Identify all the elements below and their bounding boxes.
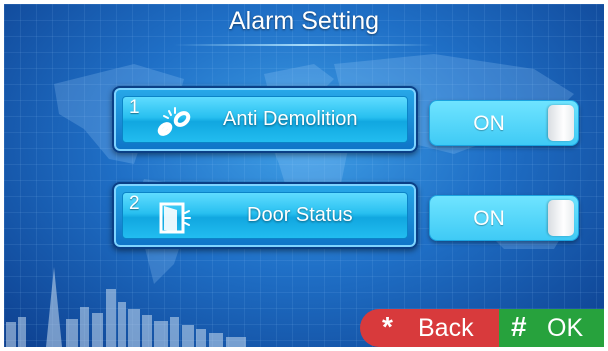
anti-demolition-button[interactable]: 1 Anti Demolition [112,86,418,153]
item-number: 1 [129,97,140,118]
anti-demolition-toggle[interactable]: ON [429,100,579,146]
door-status-toggle[interactable]: ON [429,195,579,241]
item-label: Door Status [247,204,353,226]
toggle-state: ON [473,112,505,135]
toggle-state: ON [473,207,505,230]
toggle-knob [548,200,574,236]
asterisk-icon: * [382,311,393,342]
back-button[interactable]: * Back [360,309,502,347]
door-status-button-face: 2 Door Status [122,192,408,239]
broken-chain-icon [157,107,191,136]
anti-demolition-button-face: 1 Anti Demolition [122,96,408,143]
page-title: Alarm Setting [228,7,380,35]
door-sensor-icon [159,202,191,234]
ok-button[interactable]: # OK [499,309,604,347]
back-label: Back [418,314,474,342]
ok-label: OK [547,314,584,342]
item-label: Anti Demolition [223,108,358,130]
toggle-knob [548,105,574,141]
item-number: 2 [129,193,140,214]
door-status-button[interactable]: 2 Door Status [112,182,418,249]
city-skyline-background [6,267,246,347]
title-underline [174,44,434,46]
alarm-setting-screen: Alarm Setting 1 Anti Demolition ON 2 Doo… [4,4,604,347]
hash-icon: # [511,311,527,342]
